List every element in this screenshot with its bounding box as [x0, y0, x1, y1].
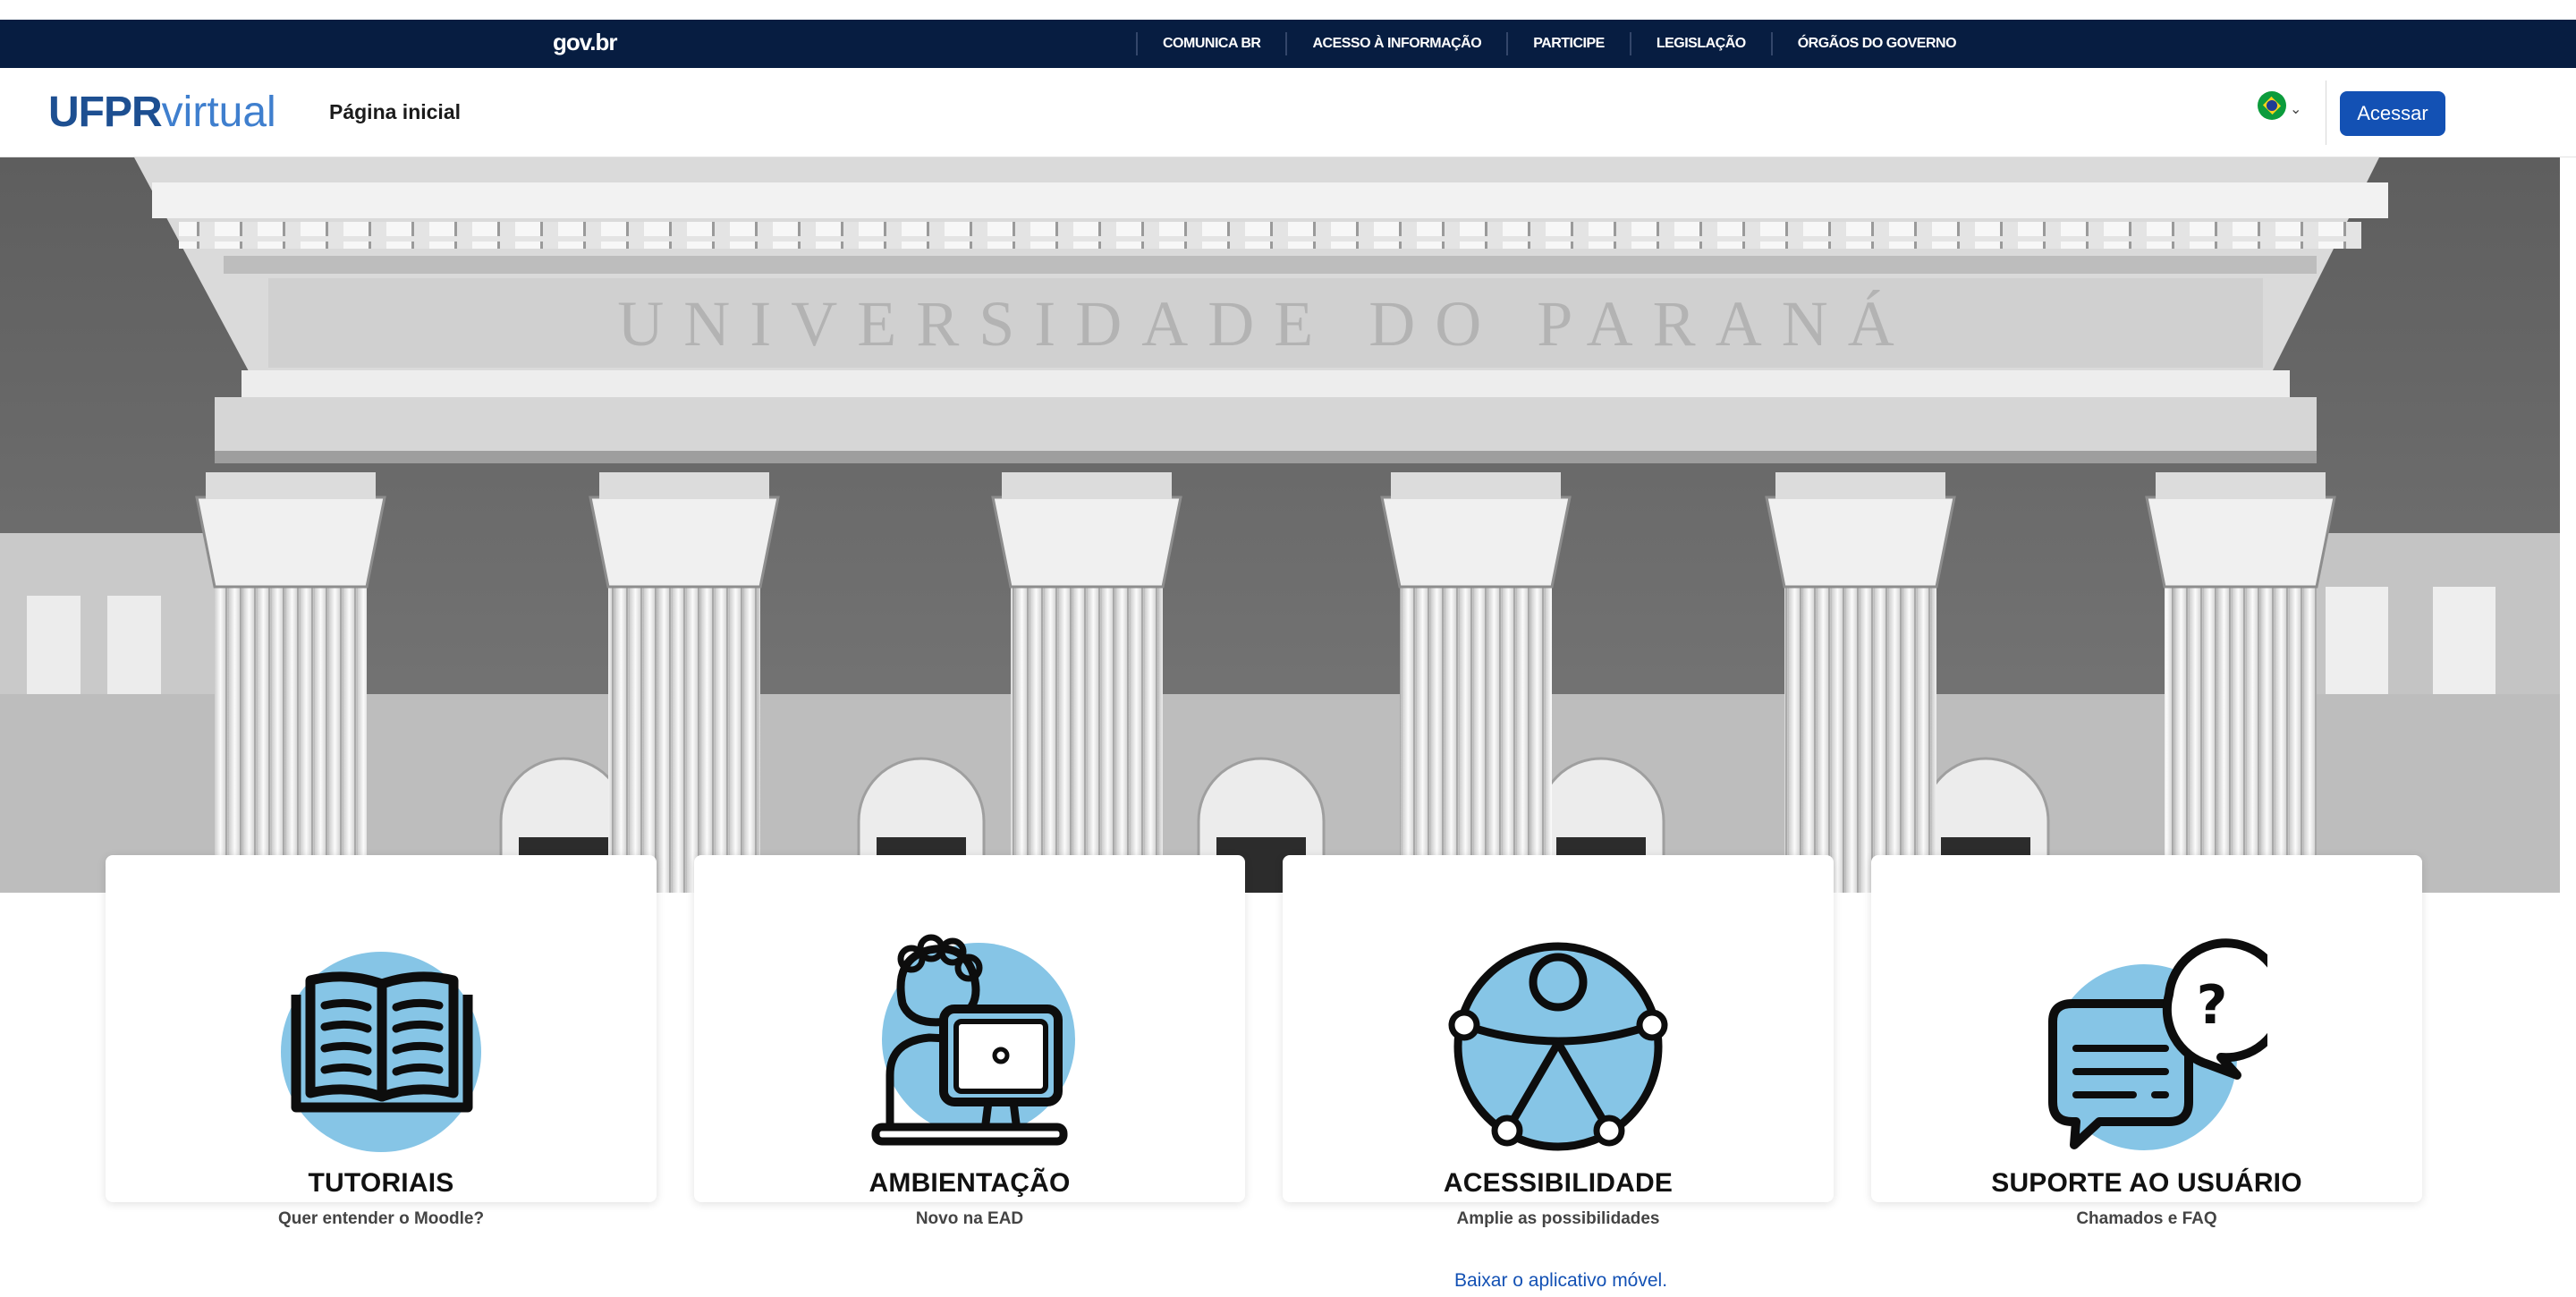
gov-link-legislacao[interactable]: LEGISLAÇÃO	[1631, 36, 1771, 52]
card-subtitle-ambientacao: Novo na EAD	[915, 1209, 1024, 1228]
chat-help-icon: ?	[2048, 938, 2267, 1150]
hero-image: UNIVERSIDADE DO PARANÁ	[0, 157, 2560, 893]
card-tutoriais[interactable]	[106, 855, 657, 1202]
card-acessibilidade[interactable]	[1283, 855, 1834, 1202]
gov-link-acesso-informacao[interactable]: ACESSO À INFORMAÇÃO	[1287, 36, 1506, 52]
login-button[interactable]: Acessar	[2340, 91, 2445, 136]
gov-link-orgaos-governo[interactable]: ÓRGÃOS DO GOVERNO	[1773, 36, 1981, 52]
card-title-tutoriais[interactable]: TUTORIAIS	[106, 1168, 657, 1199]
top-strip	[0, 0, 2576, 20]
card-subtitle-tutoriais: Quer entender o Moodle?	[277, 1209, 485, 1228]
card-title-acessibilidade[interactable]: ACESSIBILIDADE	[1283, 1168, 1834, 1199]
language-selector[interactable]: ⌄	[2258, 91, 2301, 120]
gov-link-participe[interactable]: PARTICIPE	[1508, 36, 1630, 52]
download-app-link[interactable]: Baixar o aplicativo móvel.	[1279, 1270, 1843, 1292]
card-subtitle-suporte-usuario: Chamados e FAQ	[2076, 1209, 2217, 1228]
student-computer-icon	[871, 934, 1075, 1146]
open-book-icon	[281, 952, 481, 1152]
brazil-flag-icon	[2258, 91, 2286, 120]
card-ambientacao[interactable]	[694, 855, 1245, 1202]
card-title-suporte-usuario[interactable]: SUPORTE AO USUÁRIO	[1871, 1168, 2422, 1199]
card-title-ambientacao[interactable]: AMBIENTAÇÃO	[694, 1168, 1245, 1199]
site-navbar: UFPRvirtual Página inicial ⌄ Acessar	[0, 68, 2576, 157]
card-suporte-usuario[interactable]: ?	[1871, 855, 2422, 1202]
card-subtitle-acessibilidade: Amplie as possibilidades	[1456, 1209, 1660, 1228]
svg-text:?: ?	[2197, 974, 2228, 1037]
gov-links: COMUNICA BR ACESSO À INFORMAÇÃO PARTICIP…	[1136, 30, 1981, 57]
ufpr-virtual-logo[interactable]: UFPRvirtual	[48, 88, 276, 138]
gov-link-comunica-br[interactable]: COMUNICA BR	[1138, 36, 1285, 52]
brand-light-text: virtual	[161, 89, 276, 136]
gov-br-logo[interactable]: gov.br	[553, 29, 618, 56]
gov-bar: gov.br COMUNICA BR ACESSO À INFORMAÇÃO P…	[0, 20, 2576, 68]
chevron-down-icon: ⌄	[2290, 102, 2302, 117]
building-inscription: UNIVERSIDADE DO PARANÁ	[617, 288, 1913, 360]
accessibility-icon	[1448, 942, 1668, 1151]
nav-home-link[interactable]: Página inicial	[329, 100, 461, 124]
brand-bold-text: UFPR	[48, 89, 163, 136]
